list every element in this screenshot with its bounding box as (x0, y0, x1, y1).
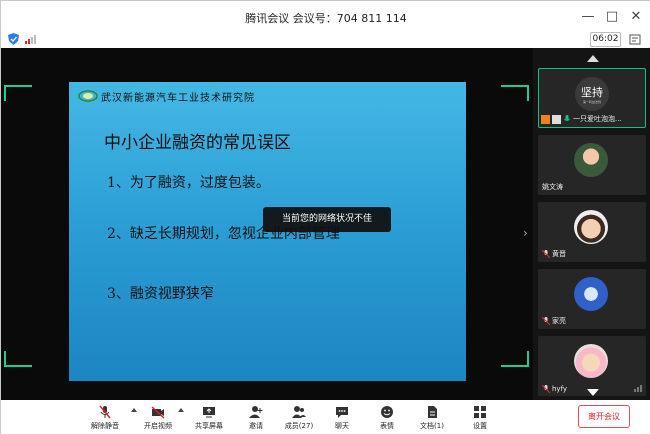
settings-grid-icon (474, 406, 486, 418)
documents-button[interactable]: 文档(1) (409, 405, 455, 431)
participant-tile[interactable]: 家亮 (538, 269, 646, 329)
invite-button[interactable]: 邀请 (233, 405, 279, 431)
avatar (574, 344, 608, 378)
chevron-right-icon[interactable]: › (523, 226, 528, 240)
slide-item-1: 1、为了融资，过度包装。 (107, 175, 270, 191)
participant-name: 姚文涛 (542, 183, 563, 191)
focus-corner-br (501, 351, 529, 367)
document-icon (428, 406, 437, 418)
network-signal-icon[interactable] (25, 35, 36, 44)
window-title: 腾讯会议 会议号：704 811 114 (245, 12, 407, 25)
shield-icon[interactable] (8, 33, 19, 45)
avatar (574, 143, 608, 177)
mic-muted-icon (542, 250, 550, 258)
leave-meeting-button[interactable]: 离开会议 (578, 405, 630, 428)
avatar (574, 210, 608, 244)
participant-tile[interactable]: 黄晋 (538, 202, 646, 262)
slide-item-3: 3、融资视野狭窄 (107, 286, 214, 302)
unmute-button[interactable]: 解除静音 (82, 405, 128, 431)
maximize-icon[interactable]: □ (603, 7, 621, 25)
add-user-icon (249, 406, 263, 418)
share-screen-icon (203, 407, 215, 418)
share-screen-button[interactable]: 共享屏幕 (186, 405, 232, 431)
mic-muted-icon (542, 385, 550, 393)
focus-corner-tr (501, 85, 529, 101)
focus-corner-bl (4, 351, 32, 367)
slide-title: 中小企业融资的常见误区 (104, 133, 291, 153)
scroll-down-icon[interactable] (587, 389, 599, 396)
members-icon (292, 406, 306, 418)
signal-bars-icon (634, 385, 642, 392)
network-warning-toast: 当前您的网络状况不佳 (263, 207, 391, 232)
focus-corner-tl (4, 85, 32, 101)
settings-button[interactable]: 设置 (457, 405, 503, 431)
camera-icon (552, 114, 561, 124)
participant-name: 家亮 (552, 317, 566, 325)
chat-icon (336, 407, 348, 418)
chat-button[interactable]: 聊天 (319, 405, 365, 431)
meeting-timer: 06:02 (590, 32, 621, 47)
meeting-toolbar: 解除静音 开启视频 共享屏幕 邀请 成员(27) 聊天 表情 文档(1) 设置 (1, 400, 650, 434)
participant-tile[interactable]: hyfy (538, 336, 646, 396)
participant-tile[interactable]: 坚持 第一利益法则 一只爱吐泡泡... (538, 68, 646, 128)
more-info-icon[interactable] (629, 34, 641, 45)
minimize-icon[interactable]: — (579, 7, 597, 25)
avatar (574, 277, 608, 311)
participant-name: 一只爱吐泡泡... (573, 115, 622, 123)
participant-name: 黄晋 (552, 250, 566, 258)
reactions-button[interactable]: 表情 (364, 405, 410, 431)
participant-name: hyfy (552, 385, 568, 393)
scroll-up-icon[interactable] (587, 55, 599, 62)
user-icon (541, 114, 550, 124)
mic-active-icon (564, 115, 570, 121)
meeting-window: 腾讯会议 会议号：704 811 114 — □ ✕ 06:02 武汉新能源汽车 (0, 0, 650, 434)
participant-tile[interactable]: 姚文涛 (538, 135, 646, 195)
status-bar (1, 33, 650, 47)
avatar: 坚持 第一利益法则 (575, 77, 609, 111)
video-off-icon (151, 406, 165, 419)
smiley-icon (381, 406, 393, 418)
institute-logo-icon (78, 90, 98, 102)
start-video-button[interactable]: 开启视频 (135, 405, 181, 431)
mic-muted-icon (99, 405, 111, 419)
slide-org-name: 武汉新能源汽车工业技术研究院 (101, 93, 255, 104)
video-options-caret[interactable] (178, 408, 184, 412)
mic-muted-icon (542, 317, 550, 325)
close-icon[interactable]: ✕ (627, 7, 645, 25)
members-button[interactable]: 成员(27) (276, 405, 322, 431)
title-bar: 腾讯会议 会议号：704 811 114 — □ ✕ (1, 1, 650, 33)
